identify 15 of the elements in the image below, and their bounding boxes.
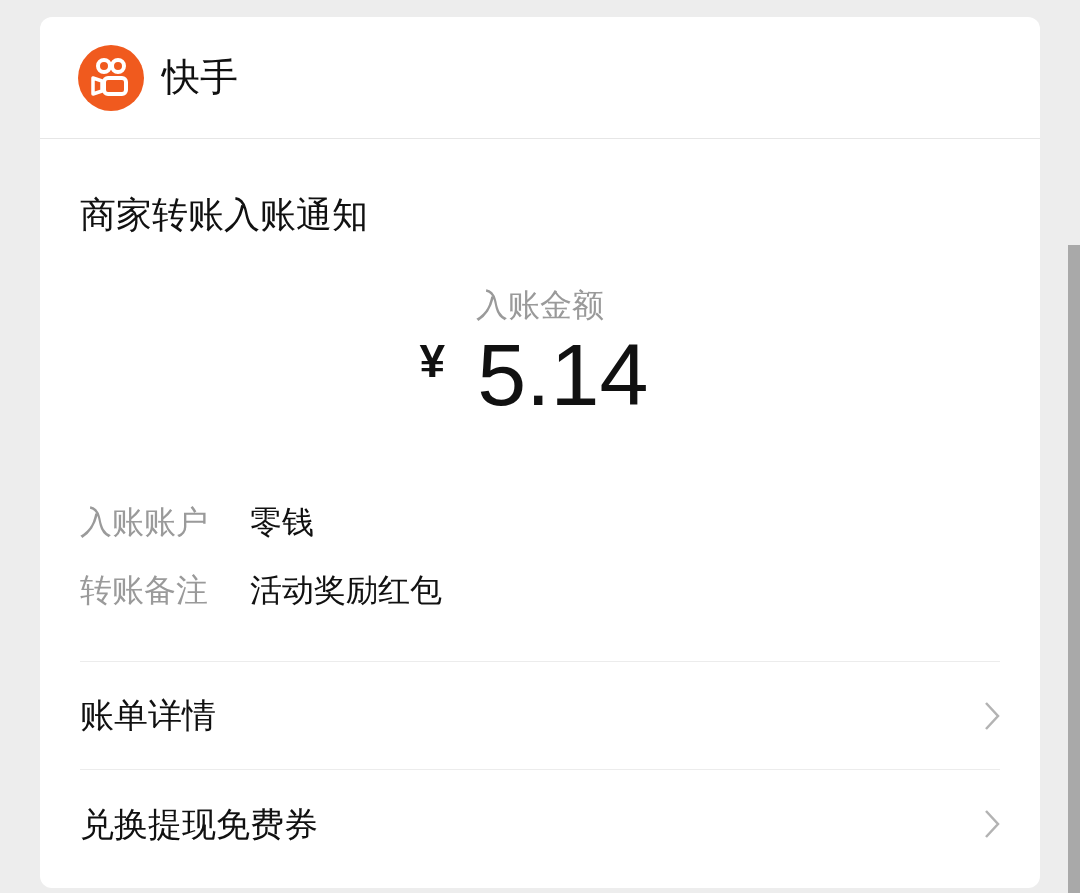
notification-title: 商家转账入账通知 bbox=[80, 193, 369, 237]
menu-row[interactable]: 兑换提现免费券 bbox=[80, 770, 1000, 878]
detail-value: 零钱 bbox=[250, 503, 314, 542]
amount-label: 入账金额 bbox=[476, 286, 604, 325]
menu-row[interactable]: 账单详情 bbox=[80, 662, 1000, 770]
currency-symbol: ¥ bbox=[419, 334, 446, 389]
chevron-right-icon bbox=[984, 809, 1000, 839]
detail-label: 转账备注 bbox=[80, 571, 209, 610]
chevron-right-icon bbox=[984, 700, 1000, 731]
detail-value: 活动奖励红包 bbox=[250, 571, 442, 610]
amount-value: 5.14 bbox=[477, 327, 649, 423]
app-name: 快手 bbox=[162, 55, 238, 100]
app-logo-icon bbox=[78, 44, 144, 111]
scrollbar[interactable] bbox=[1068, 245, 1080, 893]
detail-label: 入账账户 bbox=[80, 503, 209, 542]
